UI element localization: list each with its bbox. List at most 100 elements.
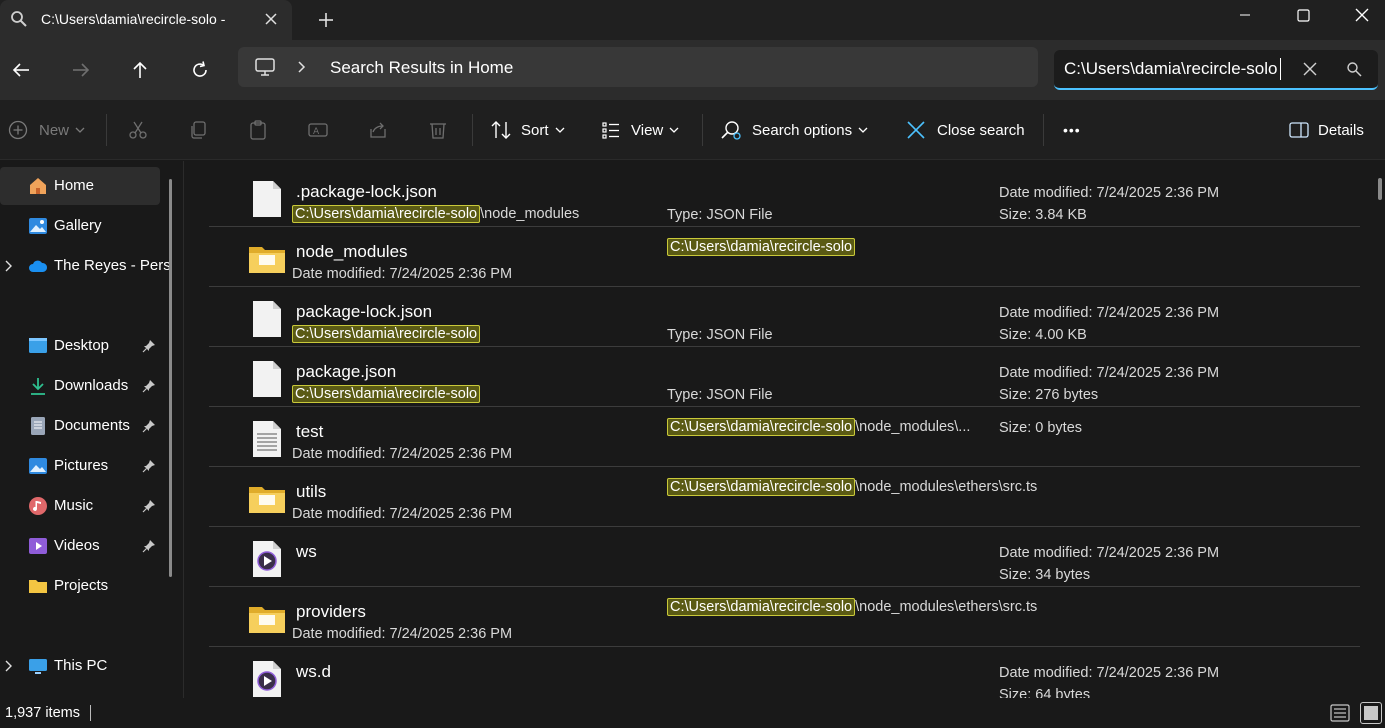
chevron-right-icon[interactable] [296,59,308,75]
details-view-icon[interactable] [1330,704,1350,722]
list-item[interactable]: test Date modified: 7/24/2025 2:36 PM C:… [209,407,1360,467]
refresh-button[interactable] [187,57,213,83]
sidebar-item-gallery[interactable]: Gallery [0,207,160,245]
sidebar-item-label: Downloads [54,377,129,394]
address-bar[interactable]: Search Results in Home [238,47,1038,87]
pin-icon[interactable] [142,419,156,433]
chevron-right-icon[interactable] [4,259,14,273]
media-file-icon [253,661,281,697]
close-search-button[interactable]: Close search [906,100,1025,160]
chevron-down-icon [858,127,868,133]
window-close-button[interactable] [1339,0,1385,30]
search-input[interactable]: C:\Users\damia\recircle-solo [1054,50,1378,90]
new-button[interactable]: New [8,100,85,160]
pin-icon[interactable] [142,499,156,513]
minimize-button[interactable] [1222,0,1268,30]
delete-button[interactable] [428,100,448,160]
forward-arrow-icon [73,63,90,77]
results-scrollbar[interactable] [1378,178,1382,200]
sidebar-item-onedrive[interactable]: The Reyes - Pers [0,247,171,285]
plus-icon[interactable] [316,10,336,30]
date-modified: Date modified: 7/24/2025 2:36 PM [999,185,1220,201]
pin-icon[interactable] [142,539,156,553]
status-separator [90,705,91,721]
details-label: Details [1318,121,1364,139]
list-item[interactable]: .package-lock.json C:\Users\damia\recirc… [209,167,1360,227]
pin-icon[interactable] [142,379,156,393]
file-location: C:\Users\damia\recircle-solo [667,238,856,256]
file-icon [253,301,281,337]
file-name: utils [296,482,327,501]
list-item[interactable]: node_modules Date modified: 7/24/2025 2:… [209,227,1360,287]
folder-icon [249,487,285,513]
sidebar-item-projects[interactable]: Projects [0,567,160,605]
search-match: C:\Users\damia\recircle-solo [667,598,856,616]
pin-icon[interactable] [142,459,156,473]
sort-label: Sort [521,121,549,139]
back-button[interactable] [8,57,34,83]
copy-button[interactable] [188,100,208,160]
cut-button[interactable] [128,100,148,160]
folder-icon [249,607,285,633]
file-location: C:\Users\damia\recircle-solo [292,325,481,343]
sidebar-scrollbar[interactable] [169,179,172,577]
date-modified: Date modified: 7/24/2025 2:36 PM [292,446,513,462]
list-item[interactable]: package.json C:\Users\damia\recircle-sol… [209,347,1360,407]
search-icon[interactable] [1346,61,1362,77]
separator [106,114,107,146]
search-options-button[interactable]: Search options [720,100,868,160]
folder-icon [29,580,47,593]
back-arrow-icon [12,63,29,77]
sidebar-item-desktop[interactable]: Desktop [0,327,160,365]
up-button[interactable] [127,57,153,83]
list-item[interactable]: ws Date modified: 7/24/2025 2:36 PM Size… [209,527,1360,587]
paste-button[interactable] [248,100,268,160]
sidebar-item-music[interactable]: Music [0,487,160,525]
sort-button[interactable]: Sort [490,100,565,160]
sidebar-item-home[interactable]: Home [0,167,160,205]
trash-icon [430,123,446,139]
forward-button[interactable] [68,57,94,83]
file-type: Type: JSON File [667,327,773,343]
search-match: C:\Users\damia\recircle-solo [292,325,481,343]
search-match: C:\Users\damia\recircle-solo [667,478,856,496]
breadcrumb[interactable]: Search Results in Home [330,58,513,78]
sidebar-item-videos[interactable]: Videos [0,527,160,565]
sidebar-item-this-pc[interactable]: This PC [0,647,160,685]
file-size: Size: 4.00 KB [999,327,1087,343]
maximize-button[interactable] [1280,0,1326,30]
file-name: package.json [296,362,397,381]
view-button[interactable]: View [601,100,679,160]
file-size: Size: 64 bytes [999,687,1091,698]
list-item[interactable]: utils Date modified: 7/24/2025 2:36 PM C… [209,467,1360,527]
close-icon[interactable] [262,10,280,28]
file-name: ws [296,542,317,561]
details-button[interactable]: Details [1289,100,1364,160]
pin-icon[interactable] [142,339,156,353]
list-item[interactable]: package-lock.json C:\Users\damia\recircl… [209,287,1360,347]
share-icon [370,122,386,138]
share-button[interactable] [368,100,388,160]
date-modified: Date modified: 7/24/2025 2:36 PM [999,545,1220,561]
list-item[interactable]: providers Date modified: 7/24/2025 2:36 … [209,587,1360,647]
sidebar-item-documents[interactable]: Documents [0,407,160,445]
tiles-view-icon[interactable] [1360,702,1382,724]
music-icon [29,497,47,515]
details-pane-icon [1289,122,1309,138]
svg-text:A: A [313,127,320,137]
sidebar-item-pictures[interactable]: Pictures [0,447,160,485]
sidebar-item-downloads[interactable]: Downloads [0,367,160,405]
clear-icon[interactable] [1302,61,1318,77]
list-item[interactable]: ws.d Date modified: 7/24/2025 2:36 PM Si… [209,647,1360,698]
status-bar: 1,937 items [0,698,1385,728]
date-modified: Date modified: 7/24/2025 2:36 PM [292,266,513,282]
chevron-down-icon [75,127,85,133]
rename-button[interactable]: A [308,100,328,160]
location-rest: \node_modules\... [855,419,971,435]
tab-title: C:\Users\damia\recircle-solo - [41,11,226,27]
text-file-icon [253,421,281,457]
tab-search-results[interactable]: C:\Users\damia\recircle-solo - [0,0,292,40]
more-options-button[interactable]: ••• [1063,100,1081,160]
pictures-icon [29,458,47,474]
chevron-right-icon[interactable] [4,659,14,673]
